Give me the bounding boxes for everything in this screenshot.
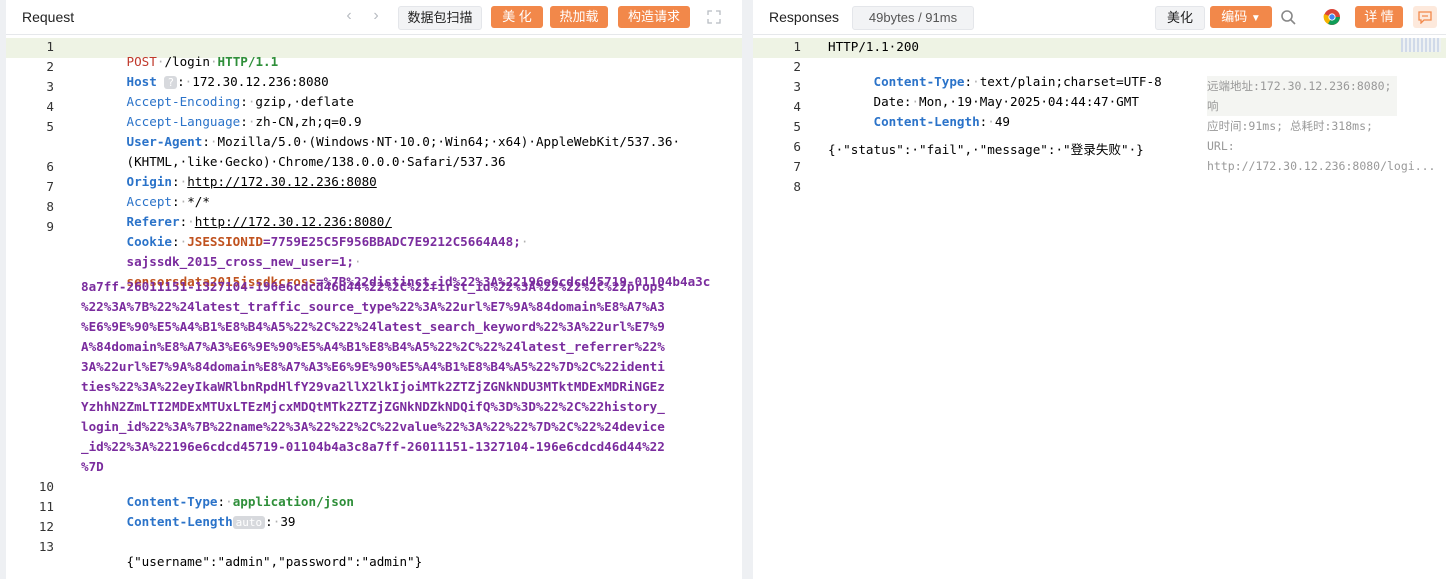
line-number: 7 [793, 159, 801, 174]
hot-load-button[interactable]: 热加载 [550, 6, 608, 28]
cookie-value-cont: %E6%9E%90%E5%A4%B1%E8%B4%A5%22%2C%22%24l… [81, 319, 665, 334]
header-value-link[interactable]: http://172.30.12.236:8080 [187, 174, 377, 189]
request-panel: Request ‹ › 数据包扫描 美 化 热加载 构造请求 1 2 3 4 5… [6, 0, 742, 579]
line-number: 12 [38, 519, 54, 534]
line-number: 10 [38, 479, 54, 494]
build-request-button[interactable]: 构造请求 [618, 6, 690, 28]
scan-button[interactable]: 数据包扫描 [398, 6, 482, 30]
meta-url[interactable]: http://172.30.12.236:8080/logi... [1207, 156, 1435, 176]
line-number: 2 [46, 59, 54, 74]
beautify-button[interactable]: 美 化 [491, 6, 543, 28]
line-number: 5 [793, 119, 801, 134]
line-number: 1 [793, 39, 801, 54]
request-title: Request [22, 9, 75, 25]
line-number: 1 [46, 39, 54, 54]
auto-badge[interactable]: auto [232, 516, 266, 529]
chrome-icon[interactable] [1320, 6, 1344, 28]
cookie-value-cont: A%84domain%E8%A7%A3%E6%9E%90%E5%A4%B1%E8… [81, 339, 665, 354]
line-number: 7 [46, 179, 54, 194]
encoding-label: 编码 [1221, 9, 1248, 24]
line-number: 3 [793, 79, 801, 94]
cookie-value-cont: 8a7ff-26011151-1327104-196e6cdcd46d44%22… [81, 279, 665, 294]
response-meta: 远端地址:172.30.12.236:8080; 响 应时间:91ms; 总耗时… [1207, 76, 1435, 176]
line-number: 9 [46, 219, 54, 234]
meta-time: 应时间:91ms; 总耗时:318ms; URL: [1207, 119, 1373, 153]
encoding-dropdown[interactable]: 编码 ▼ [1210, 6, 1272, 28]
line-number: 5 [46, 119, 54, 134]
line-number: 11 [38, 499, 54, 514]
header-content-length: Content-Length auto:·39 [126, 514, 296, 529]
line-number: 4 [793, 99, 801, 114]
size-time-badge: 49bytes / 91ms [852, 6, 974, 30]
line-number: 3 [46, 79, 54, 94]
cookie-value-cont: login_id%22%3A%7B%22name%22%3A%22%22%2C%… [81, 419, 665, 434]
response-body: {·"status":·"fail",·"message":·"登录失败"·} [828, 142, 1144, 157]
request-editor[interactable]: 1 2 3 4 5 6 7 8 9 10 11 12 13 POST·/logi… [6, 38, 742, 579]
header-key: Content-Length [126, 514, 233, 529]
chevron-down-icon: ▼ [1250, 13, 1261, 24]
cookie-value-cont: 3A%22url%E7%9A%84domain%E8%A7%A3%E6%9E%9… [81, 359, 665, 374]
line-number: 13 [38, 539, 54, 554]
json-body: {"username":"admin","password":"admin"} [126, 554, 423, 569]
cookie-value-cont: _id%22%3A%22196e6cdcd45719-01104b4a3c8a7… [81, 439, 665, 454]
line-number: 2 [793, 59, 801, 74]
response-toolbar: Responses 49bytes / 91ms 美化 编码 ▼ 详 情 [753, 0, 1446, 35]
cookie-value-cont: ties%22%3A%22eyIkaWRlbnRpdHlfY29va2llX2l… [81, 379, 665, 394]
response-viewer[interactable]: 1 2 3 4 5 6 7 8 HTTP/1.1·200 Content-Typ… [753, 38, 1446, 579]
search-icon[interactable] [1276, 6, 1300, 28]
cookie-value-cont: YzhhN2ZmLTI2MDExMTUxLTEzMjcxMDQtMTk2ZTZj… [81, 399, 665, 414]
chevron-left-icon[interactable]: ‹ [340, 8, 358, 26]
status-line: HTTP/1.1·200 [828, 39, 919, 54]
chevron-right-icon[interactable]: › [367, 8, 385, 26]
line-number: 8 [793, 179, 801, 194]
meta-remote: 远端地址:172.30.12.236:8080; 响 [1207, 76, 1397, 116]
header-value: 39 [280, 514, 296, 529]
fullscreen-icon[interactable] [702, 6, 726, 28]
header-content-length: Content-Length:·49 [873, 114, 1011, 129]
cookie-value-cont: %22%3A%7B%22%24latest_traffic_source_typ… [81, 299, 665, 314]
comment-icon[interactable] [1413, 6, 1437, 28]
minimap[interactable] [1401, 38, 1441, 52]
cookie-value-cont: %7D [81, 459, 104, 474]
header-value: 49 [994, 114, 1011, 129]
line-number: 6 [46, 159, 54, 174]
response-title: Responses [769, 9, 840, 25]
request-toolbar: Request ‹ › 数据包扫描 美 化 热加载 构造请求 [6, 0, 742, 35]
line-number: 6 [793, 139, 801, 154]
line-number: 4 [46, 99, 54, 114]
response-panel: Responses 49bytes / 91ms 美化 编码 ▼ 详 情 1 2… [753, 0, 1446, 579]
request-body: {"username":"admin","password":"admin"} [81, 539, 423, 579]
details-button[interactable]: 详 情 [1355, 6, 1403, 28]
beautify-button[interactable]: 美化 [1155, 6, 1205, 30]
line-number: 8 [46, 199, 54, 214]
header-key: Content-Length [873, 114, 980, 129]
